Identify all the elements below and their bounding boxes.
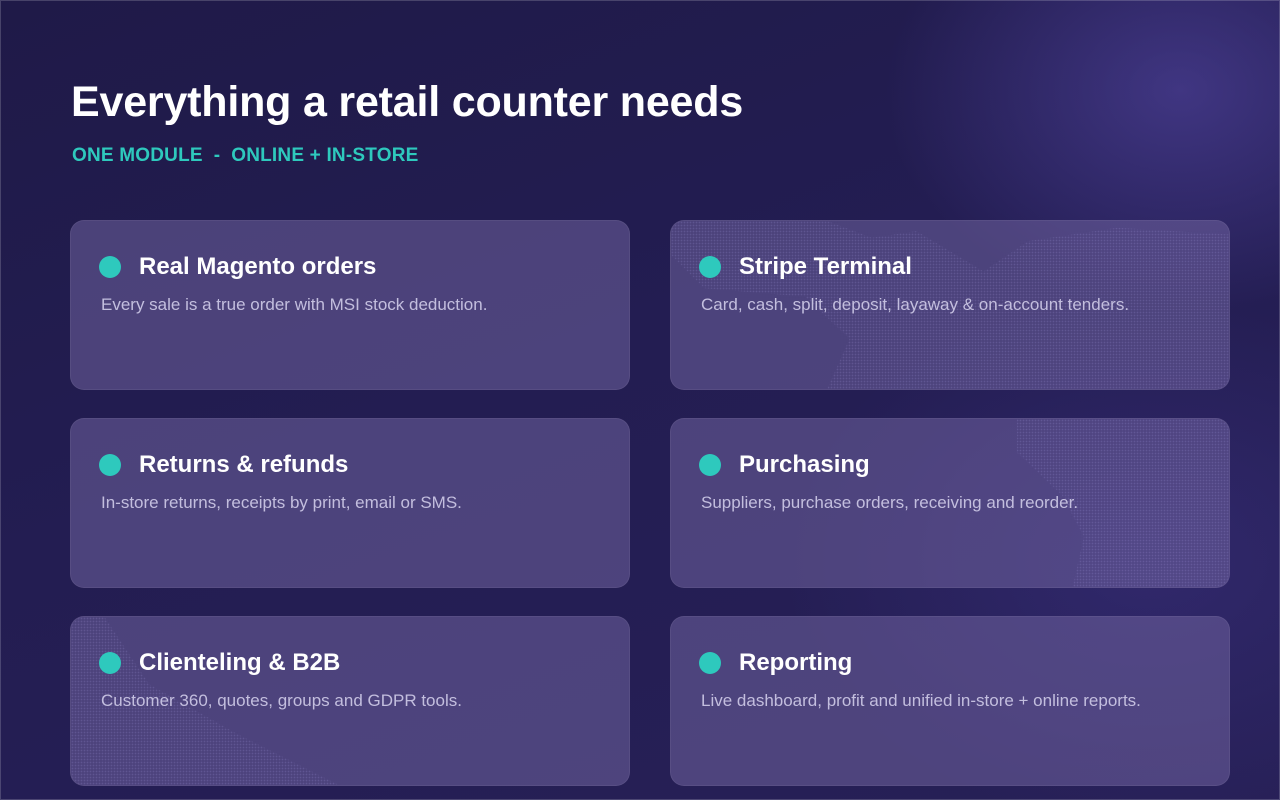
feature-card-title: Returns & refunds [139, 451, 349, 478]
feature-card-description: Customer 360, quotes, groups and GDPR to… [101, 691, 462, 710]
feature-card-purchasing: Purchasing Suppliers, purchase orders, r… [670, 418, 1230, 588]
feature-card-title: Reporting [739, 649, 853, 676]
feature-card-header: Purchasing [699, 451, 870, 479]
feature-card-header: Reporting [699, 649, 852, 677]
page-subtitle: ONE MODULE - ONLINE + IN-STORE [72, 145, 419, 166]
feature-card-header: Returns & refunds [99, 451, 348, 479]
bullet-dot-icon [699, 454, 721, 476]
feature-card-clienteling-b2b: Clienteling & B2B Customer 360, quotes, … [70, 616, 630, 786]
bullet-dot-icon [699, 652, 721, 674]
feature-card-title: Clienteling & B2B [139, 649, 341, 676]
feature-card-reporting: Reporting Live dashboard, profit and uni… [670, 616, 1230, 786]
feature-card-description: Suppliers, purchase orders, receiving an… [701, 493, 1079, 512]
feature-card-title: Real Magento orders [139, 253, 377, 280]
feature-card-title: Purchasing [739, 451, 870, 478]
bullet-dot-icon [99, 454, 121, 476]
feature-card-header: Real Magento orders [99, 253, 376, 281]
feature-card-description: Live dashboard, profit and unified in-st… [701, 691, 1141, 710]
bullet-dot-icon [699, 256, 721, 278]
feature-grid: Real Magento orders Every sale is a true… [70, 220, 1230, 786]
bullet-dot-icon [99, 652, 121, 674]
feature-card-real-magento-orders: Real Magento orders Every sale is a true… [70, 220, 630, 390]
feature-card-title: Stripe Terminal [739, 253, 912, 280]
feature-card-description: Card, cash, split, deposit, layaway & on… [701, 295, 1130, 314]
bullet-dot-icon [99, 256, 121, 278]
feature-card-header: Stripe Terminal [699, 253, 912, 281]
page-title: Everything a retail counter needs [71, 78, 744, 126]
feature-card-description: In-store returns, receipts by print, ema… [101, 493, 462, 512]
feature-card-returns-refunds: Returns & refunds In-store returns, rece… [70, 418, 630, 588]
feature-card-stripe-terminal: Stripe Terminal Card, cash, split, depos… [670, 220, 1230, 390]
feature-card-header: Clienteling & B2B [99, 649, 340, 677]
feature-card-description: Every sale is a true order with MSI stoc… [101, 295, 488, 314]
